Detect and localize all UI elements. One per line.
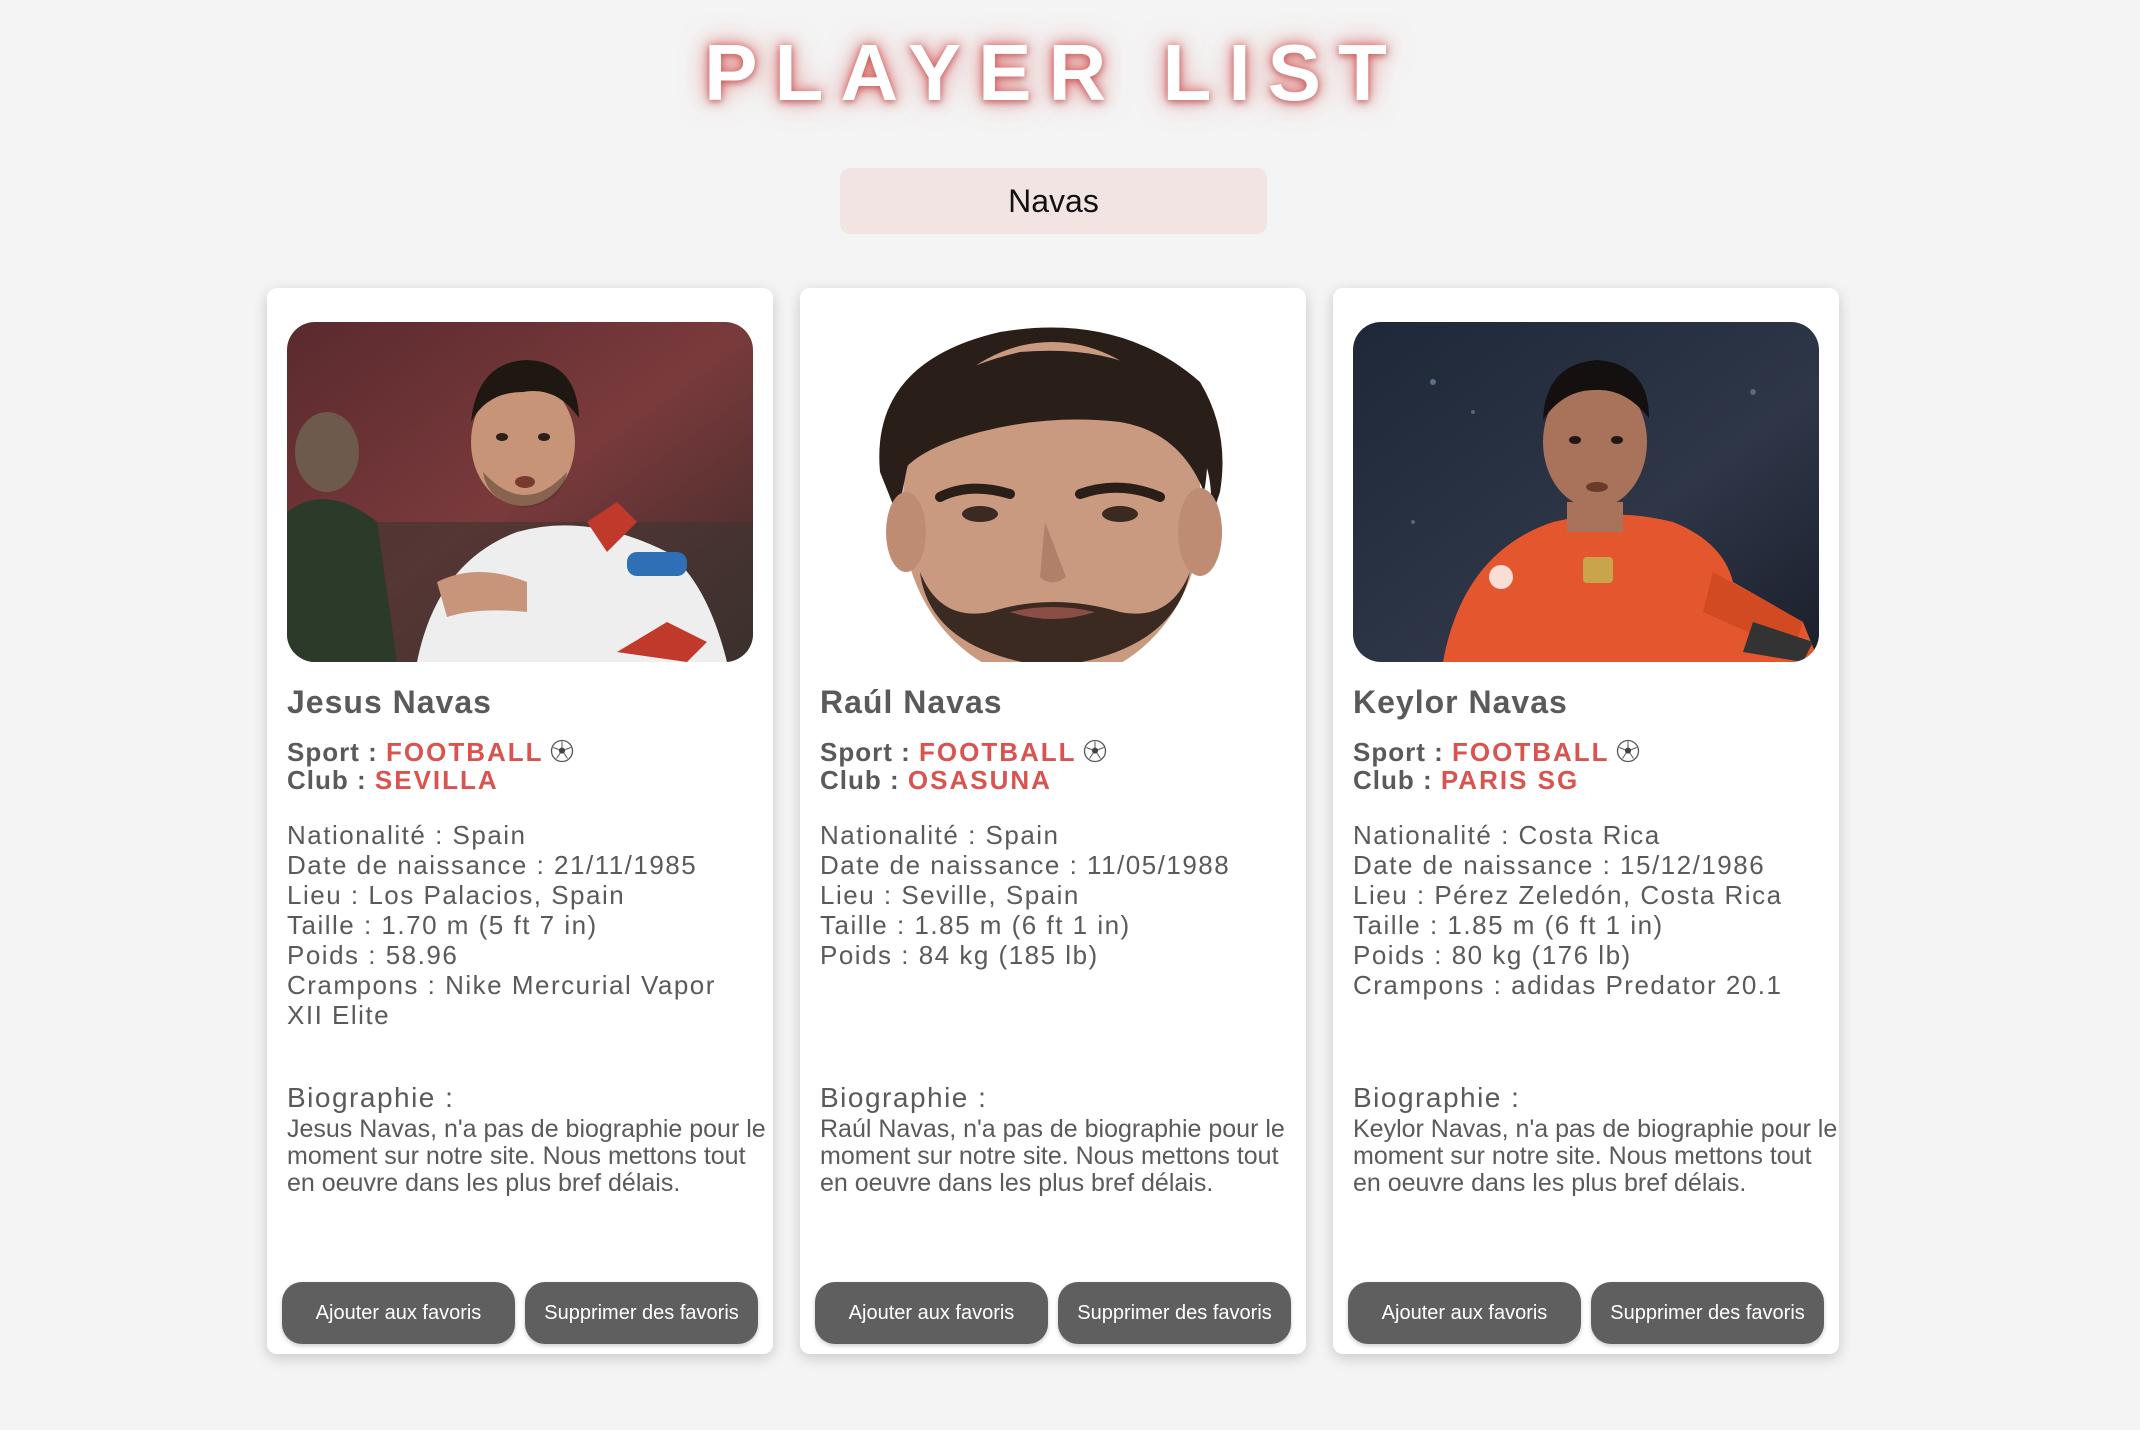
sport-line: Sport : FOOTBALL <box>1353 738 1640 766</box>
birth-date: Date de naissance : 11/05/1988 <box>820 850 1231 880</box>
nationality: Nationalité : Costa Rica <box>1353 820 1661 850</box>
club-line: Club : PARIS SG <box>1353 766 1640 794</box>
add-favorite-button[interactable]: Ajouter aux favoris <box>282 1282 515 1344</box>
birth-date: Date de naissance : 21/11/1985 <box>287 850 698 880</box>
nationality: Nationalité : Spain <box>287 820 527 850</box>
club-label: Club : <box>287 765 367 795</box>
player-photo <box>1353 322 1819 662</box>
weight: Poids : 84 kg (185 lb) <box>820 940 1099 970</box>
search-input[interactable] <box>840 168 1267 234</box>
search-bar[interactable] <box>840 168 1267 234</box>
player-details: Nationalité : Spain Date de naissance : … <box>820 820 1290 970</box>
club-value: OSASUNA <box>907 765 1052 795</box>
player-meta: Sport : FOOTBALL Club : SEVILLA <box>287 738 574 794</box>
player-card-keylor-navas: Keylor Navas Sport : FOOTBALL Club : PAR… <box>1333 288 1839 1354</box>
player-name: Jesus Navas <box>287 684 492 720</box>
bio-text: Raúl Navas, n'a pas de biographie pour l… <box>820 1115 1285 1197</box>
soccer-ball-icon <box>1616 739 1639 763</box>
birth-place: Lieu : Pérez Zeledón, Costa Rica <box>1353 880 1783 910</box>
soccer-ball-icon <box>550 739 573 763</box>
height: Taille : 1.85 m (6 ft 1 in) <box>820 910 1131 940</box>
bio-text: Keylor Navas, n'a pas de biographie pour… <box>1353 1115 1838 1197</box>
page-title: PLAYER LIST <box>704 28 1404 117</box>
add-favorite-button[interactable]: Ajouter aux favoris <box>1348 1282 1581 1344</box>
sport-label: Sport : <box>1353 737 1444 767</box>
club-label: Club : <box>820 765 900 795</box>
weight: Poids : 80 kg (176 lb) <box>1353 940 1632 970</box>
sport-line: Sport : FOOTBALL <box>287 738 574 766</box>
player-name: Keylor Navas <box>1353 684 1568 720</box>
player-meta: Sport : FOOTBALL Club : PARIS SG <box>1353 738 1640 794</box>
player-name: Raúl Navas <box>820 684 1003 720</box>
player-card-raul-navas: Raúl Navas Sport : FOOTBALL Club : OSASU… <box>800 288 1306 1354</box>
sport-value: FOOTBALL <box>1452 737 1610 767</box>
remove-favorite-button[interactable]: Supprimer des favoris <box>1591 1282 1824 1344</box>
sport-label: Sport : <box>287 737 378 767</box>
add-favorite-button[interactable]: Ajouter aux favoris <box>815 1282 1048 1344</box>
player-cards: Jesus Navas Sport : FOOTBALL Club : SEVI… <box>267 288 1842 1356</box>
club-line: Club : OSASUNA <box>820 766 1107 794</box>
player-card-jesus-navas: Jesus Navas Sport : FOOTBALL Club : SEVI… <box>267 288 773 1354</box>
sport-line: Sport : FOOTBALL <box>820 738 1107 766</box>
sport-value: FOOTBALL <box>386 737 544 767</box>
bio-title: Biographie : <box>820 1082 988 1113</box>
remove-favorite-button[interactable]: Supprimer des favoris <box>1058 1282 1291 1344</box>
bio-title: Biographie : <box>287 1082 455 1113</box>
height: Taille : 1.85 m (6 ft 1 in) <box>1353 910 1664 940</box>
boots: Crampons : adidas Predator 20.1 <box>1353 970 1783 1000</box>
height: Taille : 1.70 m (5 ft 7 in) <box>287 910 598 940</box>
remove-favorite-button[interactable]: Supprimer des favoris <box>525 1282 758 1344</box>
weight: Poids : 58.96 <box>287 940 459 970</box>
player-photo <box>287 322 753 662</box>
bio-text: Jesus Navas, n'a pas de biographie pour … <box>287 1115 766 1197</box>
club-value: SEVILLA <box>374 765 499 795</box>
sport-label: Sport : <box>820 737 911 767</box>
player-details: Nationalité : Costa Rica Date de naissan… <box>1353 820 1823 1000</box>
sport-value: FOOTBALL <box>919 737 1077 767</box>
club-label: Club : <box>1353 765 1433 795</box>
birth-date: Date de naissance : 15/12/1986 <box>1353 850 1766 880</box>
birth-place: Lieu : Seville, Spain <box>820 880 1080 910</box>
club-value: PARIS SG <box>1440 765 1580 795</box>
birth-place: Lieu : Los Palacios, Spain <box>287 880 626 910</box>
soccer-ball-icon <box>1083 739 1106 763</box>
bio-title: Biographie : <box>1353 1082 1521 1113</box>
club-line: Club : SEVILLA <box>287 766 574 794</box>
nationality: Nationalité : Spain <box>820 820 1060 850</box>
player-photo <box>820 322 1286 662</box>
player-details: Nationalité : Spain Date de naissance : … <box>287 820 757 1030</box>
player-meta: Sport : FOOTBALL Club : OSASUNA <box>820 738 1107 794</box>
boots: Crampons : Nike Mercurial Vapor XII Elit… <box>287 970 716 1030</box>
